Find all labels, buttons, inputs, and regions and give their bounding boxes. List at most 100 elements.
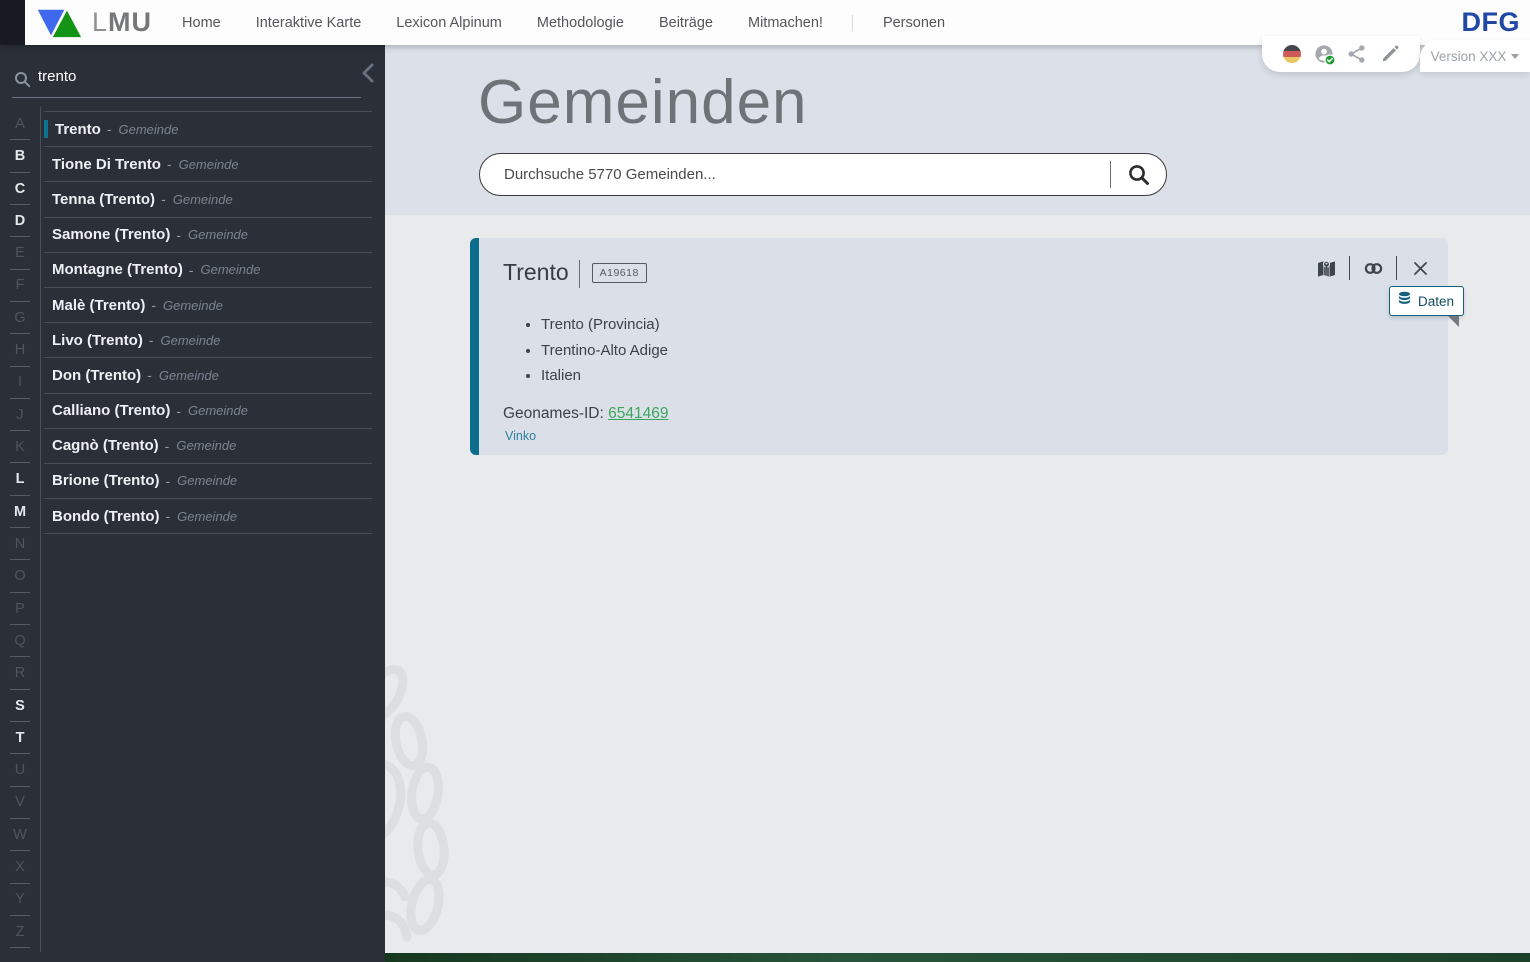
edit-pencil-icon[interactable] [1380, 44, 1400, 64]
result-name: Trento [55, 120, 101, 138]
alphabet-letter-label: B [14, 148, 26, 165]
alphabet-letter[interactable]: K [6, 431, 34, 464]
alphabet-letter[interactable]: A [6, 108, 34, 141]
nav-item[interactable]: Lexicon Alpinum [396, 15, 502, 31]
alphabet-rail: A B C D E F G H I J K L M N O P Q R S T … [6, 108, 34, 949]
result-name: Tenna (Trento) [52, 190, 156, 208]
alphabet-letter[interactable]: S [6, 690, 34, 723]
result-type: Gemeinde [160, 332, 221, 348]
alphabet-letter[interactable]: Z [6, 916, 34, 949]
close-icon[interactable] [1408, 256, 1432, 280]
alphabet-letter[interactable]: L [6, 463, 34, 497]
nav-item[interactable]: Beiträge [659, 15, 713, 31]
nav-item[interactable]: Personen [851, 14, 945, 31]
result-name: Malè (Trento) [52, 296, 146, 314]
alphabet-letter-label: V [15, 794, 25, 811]
alphabet-letter-label: N [14, 535, 26, 552]
result-separator: - [176, 402, 182, 419]
footer-image-strip [385, 953, 1530, 962]
permalink-icon[interactable] [1361, 256, 1385, 280]
alphabet-letter-label: S [15, 697, 25, 714]
geonames-label: Geonames-ID: [503, 405, 604, 422]
alphabet-letter[interactable]: Y [6, 884, 34, 917]
result-type: Gemeinde [188, 227, 249, 243]
search-result-item[interactable]: Tenna (Trento) - Gemeinde [44, 182, 372, 218]
nav-item[interactable]: Methodologie [537, 15, 624, 31]
share-icon[interactable] [1347, 44, 1367, 64]
search-result-item[interactable]: Don (Trento) - Gemeinde [44, 358, 372, 394]
alphabet-letter-label: F [15, 277, 25, 294]
alphabet-letter[interactable]: D [6, 205, 34, 238]
result-name: Brione (Trento) [52, 472, 160, 490]
daten-tooltip-button[interactable]: Daten [1388, 286, 1464, 327]
alphabet-letter[interactable]: M [6, 496, 34, 529]
nav-item[interactable]: Interaktive Karte [256, 15, 362, 31]
user-account-icon[interactable] [1314, 44, 1336, 66]
german-flag-language-icon[interactable] [1282, 45, 1301, 63]
alphabet-letter-label: Z [15, 923, 25, 940]
lmu-logo: LMU [92, 7, 153, 37]
vinko-link[interactable]: Vinko [505, 429, 536, 443]
alphabet-letter[interactable]: O [6, 560, 34, 594]
search-results-list: Trento - Gemeinde Tione Di Trento - Geme… [44, 111, 372, 535]
alphabet-letter-label: O [14, 568, 26, 585]
collapse-sidebar-chevron-left-icon[interactable] [357, 60, 381, 91]
card-header: Trento A19618 [503, 254, 1428, 290]
alphabet-letter[interactable]: W [6, 819, 34, 852]
nav-item[interactable]: Mitmachen! [748, 15, 823, 31]
search-result-item[interactable]: Calliano (Trento) - Gemeinde [44, 394, 372, 429]
result-separator: - [166, 156, 172, 173]
alphabet-letter[interactable]: P [6, 593, 34, 626]
alphabet-letter[interactable]: X [6, 851, 34, 884]
result-separator: - [151, 297, 157, 314]
alphabet-letter[interactable]: N [6, 528, 34, 561]
alphabet-letter[interactable]: J [6, 399, 34, 432]
alphabet-letter-label: Q [14, 632, 26, 649]
result-type: Gemeinde [200, 262, 261, 278]
alphabet-letter[interactable]: Q [6, 625, 34, 658]
alphabet-letter-label: T [15, 729, 25, 746]
result-name: Don (Trento) [52, 366, 142, 384]
alphabet-letter[interactable]: B [6, 140, 34, 173]
region-list-item: Trento (Provincia) [541, 316, 1428, 333]
search-icon [1128, 164, 1149, 185]
alphabet-letter[interactable]: T [6, 722, 34, 755]
search-button[interactable] [1111, 154, 1166, 195]
alphabet-letter-label: D [14, 212, 26, 229]
result-type: Gemeinde [177, 473, 238, 489]
alphabet-letter[interactable]: C [6, 173, 34, 206]
show-on-map-icon[interactable] [1314, 256, 1338, 280]
alphabet-letter[interactable]: R [6, 657, 34, 690]
alphabet-letter[interactable]: G [6, 302, 34, 335]
search-result-item[interactable]: Livo (Trento) - Gemeinde [44, 323, 372, 359]
result-separator: - [147, 367, 152, 384]
dfg-logo[interactable]: DFG [1462, 7, 1521, 38]
search-result-item[interactable]: Trento - Gemeinde [44, 112, 372, 148]
geonames-id-link[interactable]: 6541469 [608, 405, 668, 422]
search-result-item[interactable]: Cagnò (Trento) - Gemeinde [44, 429, 372, 464]
page-title: Gemeinden [478, 68, 808, 137]
search-result-item[interactable]: Malè (Trento) - Gemeinde [44, 288, 372, 324]
search-icon [14, 71, 31, 93]
alphabet-letter[interactable]: V [6, 787, 34, 820]
alphabet-letter[interactable]: E [6, 237, 34, 270]
verba-alpina-logo[interactable]: LMU [36, 7, 152, 39]
result-name: Montagne (Trento) [52, 261, 183, 279]
alphabet-letter[interactable]: H [6, 334, 34, 367]
alphabet-letter-label: R [14, 665, 26, 682]
corner-strip [0, 0, 25, 45]
version-selector[interactable]: Version XXX [1420, 40, 1530, 72]
alphabet-letter[interactable]: F [6, 270, 34, 303]
title-divider [578, 260, 580, 288]
search-result-item[interactable]: Montagne (Trento) - Gemeinde [44, 253, 372, 288]
search-result-item[interactable]: Samone (Trento) - Gemeinde [44, 218, 372, 253]
sidebar-search-input[interactable] [36, 67, 340, 86]
search-result-item[interactable]: Bondo (Trento) - Gemeinde [44, 499, 372, 535]
alphabet-letter[interactable]: I [6, 367, 34, 400]
search-result-item[interactable]: Tione Di Trento - Gemeinde [44, 147, 372, 183]
main-search-input[interactable] [502, 165, 1110, 184]
alphabet-letter[interactable]: U [6, 754, 34, 787]
alphabet-letter-label: L [15, 471, 25, 488]
search-result-item[interactable]: Brione (Trento) - Gemeinde [44, 464, 372, 500]
nav-item[interactable]: Home [182, 15, 221, 31]
